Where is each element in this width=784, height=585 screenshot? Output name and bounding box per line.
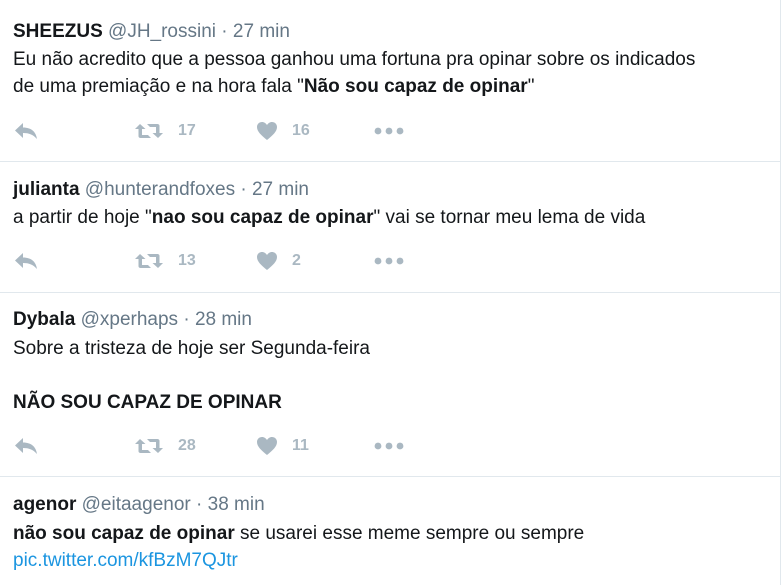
retweet-button[interactable]: 28 [134, 434, 196, 458]
like-button[interactable]: 16 [256, 119, 310, 143]
username[interactable]: @eitaagenor [82, 494, 191, 515]
username[interactable]: @xperhaps [81, 309, 178, 330]
media-link[interactable]: pic.twitter.com/kfBzM7QJtr [13, 550, 238, 571]
tweet-header: Dybala @xperhaps · 28 min [13, 308, 252, 332]
retweet-icon [135, 254, 163, 268]
retweet-icon [135, 124, 163, 138]
bold-text: não sou capaz de opinar [13, 523, 235, 544]
text-segment: a partir de hoje " [13, 207, 152, 228]
text-segment: " vai se tornar meu lema de vida [373, 207, 646, 228]
display-name[interactable]: Dybala [13, 309, 75, 330]
like-button[interactable]: 2 [256, 249, 301, 273]
retweet-count: 28 [178, 437, 196, 454]
heart-icon [257, 122, 277, 140]
more-button[interactable] [374, 249, 404, 273]
more-button[interactable] [374, 434, 404, 458]
more-button[interactable] [374, 119, 404, 143]
tweet-text: a partir de hoje "nao sou capaz de opina… [13, 204, 769, 231]
retweet-count: 13 [178, 252, 196, 269]
tweet-text: Sobre a tristeza de hoje ser Segunda-fei… [13, 335, 769, 416]
reply-icon [15, 253, 37, 269]
more-icon [374, 127, 404, 135]
retweet-button[interactable]: 13 [134, 249, 196, 273]
tweet-actions: 13 2 [0, 249, 781, 273]
tweet-text-line: a partir de hoje "nao sou capaz de opina… [13, 204, 769, 231]
tweet-text-line: Sobre a tristeza de hoje ser Segunda-fei… [13, 338, 370, 359]
text-segment: " [527, 76, 535, 97]
tweet-text-line: Eu não acredito que a pessoa ganhou uma … [13, 49, 696, 70]
separator-dot: · [183, 309, 190, 330]
tweet-text: não sou capaz de opinar se usarei esse m… [13, 520, 769, 574]
heart-icon [257, 252, 277, 270]
like-count: 16 [292, 122, 310, 139]
reply-button[interactable] [13, 249, 39, 273]
timestamp[interactable]: 38 min [208, 494, 265, 515]
reply-button[interactable] [13, 434, 39, 458]
tweet-text-line: pic.twitter.com/kfBzM7QJtr [13, 547, 769, 574]
tweet-text-line: não sou capaz de opinar se usarei esse m… [13, 520, 769, 547]
display-name[interactable]: SHEEZUS [13, 21, 103, 42]
retweet-button[interactable]: 17 [134, 119, 196, 143]
tweet[interactable]: julianta @hunterandfoxes · 27 min a part… [0, 162, 781, 293]
retweet-icon [135, 439, 163, 453]
bold-text: NÃO SOU CAPAZ DE OPINAR [13, 392, 282, 413]
text-segment: se usarei esse meme sempre ou sempre [234, 523, 585, 544]
tweet-actions: 28 11 [0, 434, 781, 458]
separator-dot: · [196, 494, 203, 515]
display-name[interactable]: julianta [13, 179, 80, 200]
timestamp[interactable]: 27 min [252, 179, 309, 200]
reply-icon [15, 123, 37, 139]
tweet-header: julianta @hunterandfoxes · 27 min [13, 178, 309, 202]
more-icon [374, 442, 404, 450]
tweet[interactable]: agenor @eitaagenor · 38 min não sou capa… [0, 477, 781, 585]
tweet-actions: 17 16 [0, 119, 781, 143]
username[interactable]: @JH_rossini [108, 21, 216, 42]
reply-button[interactable] [13, 119, 39, 143]
tweet-text-line: NÃO SOU CAPAZ DE OPINAR [13, 389, 769, 416]
heart-icon [257, 437, 277, 455]
timeline: SHEEZUS @JH_rossini · 27 min Eu não acre… [0, 0, 781, 585]
like-button[interactable]: 11 [256, 434, 309, 458]
like-count: 2 [292, 252, 301, 269]
tweet-header: agenor @eitaagenor · 38 min [13, 493, 265, 517]
tweet-text-line: de uma premiação e na hora fala "Não sou… [13, 73, 769, 100]
timestamp[interactable]: 28 min [195, 309, 252, 330]
separator-dot: · [221, 21, 228, 42]
display-name[interactable]: agenor [13, 494, 76, 515]
retweet-count: 17 [178, 122, 196, 139]
tweet-text: Eu não acredito que a pessoa ganhou uma … [13, 46, 769, 100]
separator-dot: · [240, 179, 247, 200]
like-count: 11 [292, 437, 309, 454]
reply-icon [15, 438, 37, 454]
text-segment: de uma premiação e na hora fala " [13, 76, 304, 97]
tweet-header: SHEEZUS @JH_rossini · 27 min [13, 20, 290, 44]
tweet[interactable]: SHEEZUS @JH_rossini · 27 min Eu não acre… [0, 0, 781, 162]
tweet[interactable]: Dybala @xperhaps · 28 min Sobre a triste… [0, 293, 781, 477]
more-icon [374, 257, 404, 265]
timestamp[interactable]: 27 min [233, 21, 290, 42]
bold-text: nao sou capaz de opinar [151, 207, 374, 228]
username[interactable]: @hunterandfoxes [85, 179, 235, 200]
bold-text: Não sou capaz de opinar [303, 76, 528, 97]
